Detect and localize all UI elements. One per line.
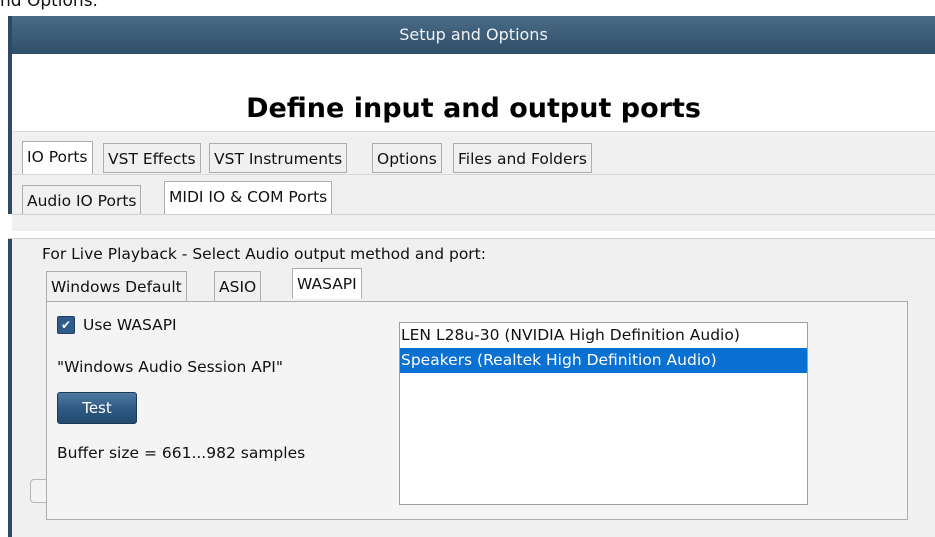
setup-window-bottom: For Live Playback - Select Audio output …: [8, 238, 935, 537]
main-tab-bar: IO Ports VST Effects VST Instruments Opt…: [12, 131, 935, 175]
tab-options[interactable]: Options: [372, 143, 442, 173]
buffer-size-label: Buffer size = 661...982 samples: [57, 444, 306, 462]
heading-area: Define input and output ports: [12, 54, 935, 131]
port-item-nvidia[interactable]: LEN L28u-30 (NVIDIA High Definition Audi…: [400, 323, 807, 348]
tab-files-and-folders[interactable]: Files and Folders: [453, 143, 593, 173]
tab-asio[interactable]: ASIO: [214, 271, 262, 302]
tab-vst-instruments[interactable]: VST Instruments: [209, 143, 348, 173]
caption-text: nd Options.: [0, 0, 98, 11]
port-item-speakers[interactable]: Speakers (Realtek High Definition Audio): [400, 348, 807, 373]
output-port-list[interactable]: LEN L28u-30 (NVIDIA High Definition Audi…: [399, 322, 808, 505]
use-wasapi-row[interactable]: ✔ Use WASAPI: [57, 316, 177, 334]
tab-content-strip: [12, 214, 935, 231]
sub-tab-bar: Audio IO Ports MIDI IO & COM Ports: [12, 174, 935, 215]
tab-wasapi[interactable]: WASAPI: [292, 268, 362, 299]
tab-midi-io-com-ports[interactable]: MIDI IO & COM Ports: [164, 181, 333, 215]
wasapi-panel: ✔ Use WASAPI "Windows Audio Session API"…: [46, 301, 908, 520]
tab-windows-default[interactable]: Windows Default: [46, 271, 187, 302]
use-wasapi-label: Use WASAPI: [83, 316, 177, 334]
tab-audio-io-ports[interactable]: Audio IO Ports: [22, 185, 142, 215]
use-wasapi-checkbox[interactable]: ✔: [57, 316, 75, 334]
tab-io-ports[interactable]: IO Ports: [22, 141, 93, 175]
page-title: Define input and output ports: [246, 93, 701, 124]
window-frame-left: [8, 239, 12, 537]
test-button[interactable]: Test: [57, 392, 137, 424]
title-bar[interactable]: Setup and Options: [12, 16, 935, 54]
setup-window-top: Setup and Options Define input and outpu…: [8, 16, 935, 231]
tab-vst-effects[interactable]: VST Effects: [103, 143, 201, 173]
playback-prompt: For Live Playback - Select Audio output …: [42, 245, 486, 263]
api-name-label: "Windows Audio Session API": [57, 358, 283, 376]
